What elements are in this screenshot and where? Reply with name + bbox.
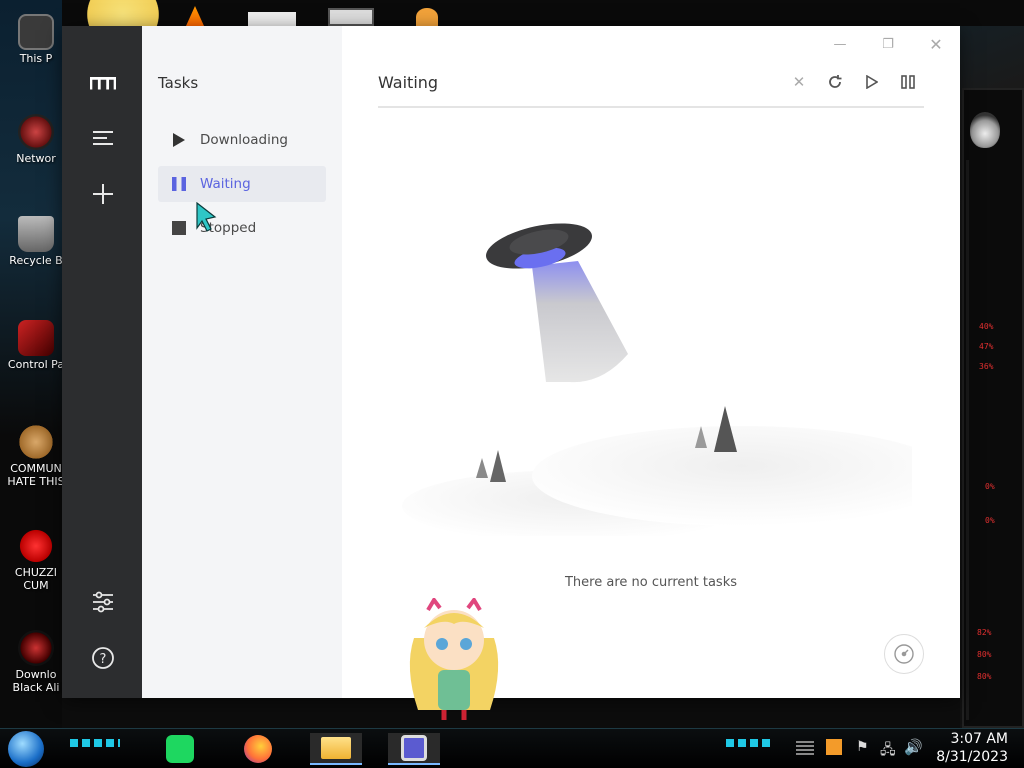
refresh-icon[interactable] [824, 71, 846, 93]
sidebar-title: Tasks [158, 74, 199, 92]
mouse-cursor [196, 201, 220, 232]
sidebar-item-stopped[interactable]: Stopped [158, 210, 326, 246]
spotify-icon[interactable] [154, 733, 206, 765]
minimize-icon[interactable]: — [826, 34, 854, 54]
network-icon [18, 114, 54, 150]
gauge-value: 47% [979, 342, 994, 351]
desktop-icon-this-pc[interactable]: This P [6, 14, 66, 65]
empty-state-text: There are no current tasks [564, 575, 737, 590]
desktop-icon-label: Downlo Black Ali [12, 668, 60, 694]
close-icon[interactable]: ✕ [922, 34, 950, 54]
plus-icon[interactable] [90, 181, 116, 207]
sidebar-item-downloading[interactable]: Downloading [158, 122, 326, 158]
gauge-value: 80% [977, 650, 992, 659]
cartoon-character-sticker [404, 596, 504, 722]
panel-title: Waiting [378, 73, 439, 92]
gauge-value: 80% [977, 672, 992, 681]
desktop-wallpaper-bottom [62, 698, 960, 728]
taskbar-top-app-icon[interactable] [328, 8, 374, 26]
chuzzle-icon [18, 528, 54, 564]
show-hidden-icons-icon[interactable] [796, 741, 814, 755]
desktop-icon-network[interactable]: Networ [6, 114, 66, 165]
sidebar-item-label: Downloading [200, 132, 288, 148]
taskbar: ⚑ 🖧 🔊 3:07 AM 8/31/2023 [0, 728, 1024, 768]
help-icon[interactable]: ? [90, 645, 116, 671]
desktop-icon-label: COMMUN HATE THIS [7, 462, 65, 488]
taskbar-decoration [726, 739, 770, 747]
sidebar-item-waiting[interactable]: Waiting [158, 166, 326, 202]
resume-all-icon[interactable] [861, 71, 883, 93]
firefox-icon[interactable] [232, 733, 284, 765]
maximize-icon[interactable]: ❐ [874, 34, 902, 54]
empty-state-illustration [402, 223, 912, 536]
svg-text:?: ? [100, 652, 107, 667]
desktop-icon-label: Control Pa [7, 358, 65, 371]
desktop-icon-control-panel[interactable]: Control Pa [6, 320, 66, 371]
clear-icon[interactable]: ✕ [788, 71, 810, 93]
alienware-head-icon [970, 112, 1000, 148]
gauge-value: 36% [979, 362, 994, 371]
pause-icon [158, 177, 200, 191]
pause-all-icon[interactable] [897, 71, 919, 93]
gauge-value: 82% [977, 628, 992, 637]
computer-icon [18, 14, 54, 50]
start-button[interactable] [8, 731, 44, 767]
desktop-wallpaper-top [62, 0, 1024, 26]
volume-icon[interactable]: 🔊 [904, 738, 923, 756]
desktop-icon-label: Networ [16, 152, 56, 165]
taskbar-decoration [70, 739, 120, 747]
clock-date: 8/31/2023 [936, 749, 1008, 765]
flag-icon[interactable]: ⚑ [856, 739, 869, 755]
clock-time: 3:07 AM [950, 731, 1008, 747]
gauge-value: 0% [985, 482, 995, 491]
app-window: ? Tasks Downloading Waiting Stopped — ❐ … [62, 26, 960, 698]
money-bag-icon [18, 424, 54, 460]
file-explorer-icon[interactable] [310, 733, 362, 765]
taskbar-top-app-icon[interactable] [416, 8, 438, 26]
speedometer-icon[interactable] [884, 634, 924, 674]
control-panel-icon [18, 320, 54, 356]
gauge-value: 40% [979, 322, 994, 331]
sidebar-item-label: Waiting [200, 176, 251, 192]
desktop-icon-label: CHUZZI CUM [14, 566, 58, 592]
motrix-logo-icon[interactable] [90, 70, 116, 96]
recycle-bin-icon [18, 216, 54, 252]
desktop-icon-commun[interactable]: COMMUN HATE THIS [6, 424, 66, 488]
desktop-icon-recycle-bin[interactable]: Recycle B [6, 216, 66, 267]
menu-icon[interactable] [90, 125, 116, 151]
desktop-gauge-widget: 40% 47% 36% 0% 0% 82% 80% 80% [966, 160, 1016, 720]
gauge-value: 0% [985, 516, 995, 525]
panel-header: Waiting ✕ [378, 66, 924, 108]
task-sidebar: Tasks Downloading Waiting Stopped [142, 26, 342, 698]
stop-icon [158, 221, 200, 235]
network-tray-icon[interactable]: 🖧 [880, 739, 896, 763]
desktop-icon-label: Recycle B [9, 254, 63, 267]
preferences-icon[interactable] [90, 589, 116, 615]
desktop-icon-chuzzle[interactable]: CHUZZI CUM [6, 528, 66, 592]
alienware-icon [18, 630, 54, 666]
taskbar-top-app-icon[interactable] [248, 12, 296, 26]
taskbar-clock[interactable]: 3:07 AM 8/31/2023 [936, 730, 1008, 766]
desktop-icon-download-black[interactable]: Downlo Black Ali [6, 630, 66, 694]
tray-app-icon[interactable] [826, 739, 842, 755]
app-icon[interactable] [388, 733, 440, 765]
app-rail: ? [62, 26, 142, 698]
play-icon [158, 133, 200, 147]
desktop-icon-label: This P [19, 52, 53, 65]
